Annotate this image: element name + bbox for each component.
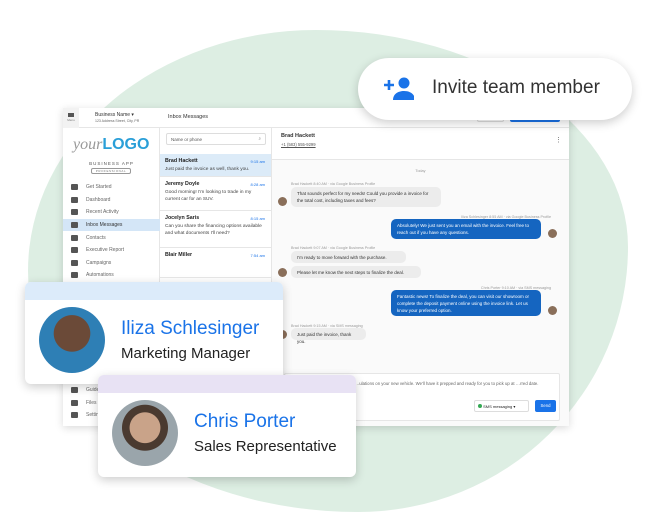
composer-text: …ulations on your new vehicle. We'll hav… xyxy=(355,381,539,386)
conversation-time: 8:15 am xyxy=(250,216,265,221)
avatar xyxy=(548,229,557,238)
sidebar-item[interactable]: Inbox Messages xyxy=(63,218,160,232)
app-name: BUSINESS APP xyxy=(89,161,134,166)
kebab-menu-icon[interactable]: ⋮ xyxy=(555,136,562,144)
member-role: Sales Representative xyxy=(194,438,337,455)
logo: yourLOGO xyxy=(73,136,150,153)
conversation-time: 9:15 am xyxy=(250,159,265,164)
dashboard-icon xyxy=(71,196,78,203)
avatar xyxy=(112,400,178,466)
business-switcher[interactable]: Business Name ▾ xyxy=(95,112,134,118)
team-member-card-chris[interactable]: Chris Porter Sales Representative xyxy=(98,375,356,477)
member-name: Iliza Schlesinger xyxy=(121,318,260,339)
team-member-card-iliza[interactable]: Iliza Schlesinger Marketing Manager xyxy=(25,282,283,384)
message-bubble: I'm ready to move forward with the purch… xyxy=(291,251,406,263)
message-meta: Brad Hackett 9:07 AM · via Google Busine… xyxy=(291,246,376,250)
invite-label: Invite team member xyxy=(432,77,600,98)
history-icon xyxy=(71,209,78,216)
sidebar-item[interactable]: Executive Report xyxy=(63,244,160,257)
avatar xyxy=(548,306,557,315)
business-address: 123 Address Street, City, PR xyxy=(95,119,140,123)
contact-phone[interactable]: +1 (583) 555-9299 xyxy=(281,142,316,147)
conversation-item[interactable]: Jocelyn Saris 8:15 am Can you share the fi… xyxy=(160,211,271,248)
message-bubble: Fantastic news! To finalize the deal, yo… xyxy=(391,290,541,316)
conversation-name: Blair Miller xyxy=(165,252,193,258)
avatar xyxy=(39,307,105,373)
automation-icon xyxy=(71,272,78,279)
file-icon xyxy=(71,399,78,406)
member-name: Chris Porter xyxy=(194,411,296,432)
sidebar-item[interactable]: Dashboard xyxy=(63,194,160,207)
gear-icon xyxy=(71,412,78,419)
conversation-preview: Can you share the financing options avai… xyxy=(165,224,262,236)
menu-button[interactable]: Menu xyxy=(63,108,79,128)
sidebar-item[interactable]: Recent Activity xyxy=(63,206,160,219)
person-add-icon xyxy=(384,77,414,100)
message-bubble: Absolutely! We just sent you an email wi… xyxy=(391,219,541,239)
conversation-item[interactable]: Jeremy Doyle 8:28 am Good morning! I'm loo… xyxy=(160,177,271,211)
store-icon xyxy=(68,113,74,117)
sidebar-item-label: Recent Activity xyxy=(86,209,119,216)
conversation-item[interactable]: Brad Hackett 9:15 am Just paid the invoice… xyxy=(160,154,271,177)
contacts-icon xyxy=(71,234,78,241)
search-input[interactable]: Name or phone ⌕ xyxy=(166,133,266,145)
send-button[interactable]: Send xyxy=(535,400,556,412)
edition-badge: PROFESSIONAL xyxy=(91,168,131,174)
message-bubble: That sounds perfect for my needs! Could … xyxy=(291,187,441,207)
message-meta: Brad Hackett 8:40 AM · via Google Busine… xyxy=(291,182,376,186)
inbox-icon xyxy=(71,222,78,229)
sidebar-item-label: Executive Report xyxy=(86,247,125,254)
sidebar-item[interactable]: Campaigns xyxy=(63,257,160,270)
sidebar-item-label: Inbox Messages xyxy=(86,222,123,229)
conversation-preview: Good morning! I'm looking to trade in my… xyxy=(165,190,252,202)
conversation-name: Jeremy Doyle xyxy=(165,181,200,187)
day-label: Today xyxy=(415,169,426,173)
rocket-icon xyxy=(71,184,78,191)
sidebar-item-label: Dashboard xyxy=(86,196,111,203)
message-bubble: Just paid the invoice, thank you. xyxy=(291,328,366,344)
conversation-preview: Just paid the invoice as well, thank you… xyxy=(165,167,250,172)
trend-icon xyxy=(71,247,78,254)
business-name: Business Name xyxy=(95,112,131,118)
guides-icon xyxy=(71,387,78,394)
mail-icon xyxy=(71,259,78,266)
message-bubble: Please let me know the next steps to fin… xyxy=(291,266,421,278)
invite-team-member-button[interactable]: Invite team member xyxy=(358,58,632,120)
inbox-title: Inbox Messages xyxy=(168,114,209,120)
conversation-name: Brad Hackett xyxy=(165,158,198,164)
conversation-time: 8:28 am xyxy=(250,182,265,187)
sidebar-item[interactable]: Get Started xyxy=(63,181,160,194)
sidebar-item[interactable]: Contacts xyxy=(63,231,160,244)
avatar xyxy=(278,197,287,206)
sidebar-item-label: Files xyxy=(86,399,97,406)
sidebar-item-label: Contacts xyxy=(86,234,106,241)
conversation-item[interactable]: Blair Miller 7:54 am xyxy=(160,248,271,278)
channel-select[interactable]: SMS messaging ▾ xyxy=(474,400,529,412)
conversation-name: Jocelyn Saris xyxy=(165,215,200,221)
search-icon: ⌕ xyxy=(258,136,261,141)
menu-label: Menu xyxy=(67,118,75,122)
sidebar-item[interactable]: Automations xyxy=(63,269,160,282)
sidebar-item-label: Campaigns xyxy=(86,259,112,266)
member-role: Marketing Manager xyxy=(121,345,251,362)
conversation-time: 7:54 am xyxy=(250,253,265,258)
avatar xyxy=(278,268,287,277)
sidebar-item-label: Automations xyxy=(86,272,114,279)
contact-name: Brad Hackett xyxy=(281,133,315,139)
sms-icon xyxy=(478,404,482,408)
sidebar-item-label: Get Started xyxy=(86,184,112,191)
